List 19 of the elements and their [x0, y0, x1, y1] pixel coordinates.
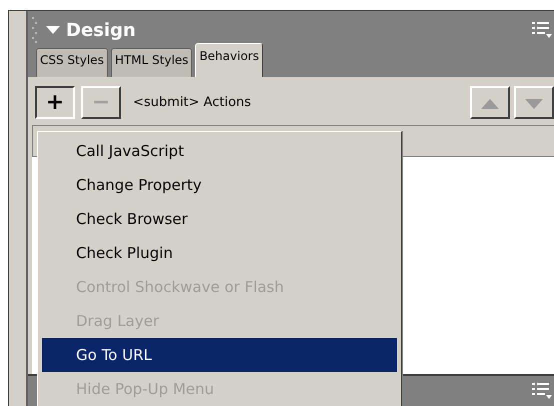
move-down-button[interactable] — [514, 86, 554, 119]
menu-item[interactable]: Go To URL — [42, 338, 397, 372]
grip-icon[interactable] — [32, 16, 38, 44]
panel-title: Design — [66, 20, 136, 40]
tab[interactable]: HTML Styles — [110, 48, 192, 77]
menu-item[interactable]: Check Browser — [42, 202, 397, 236]
toolbar-caption: <submit> Actions — [133, 95, 252, 110]
move-up-button[interactable] — [470, 86, 510, 119]
menu-item[interactable]: Change Property — [42, 168, 397, 202]
tab[interactable]: CSS Styles — [36, 48, 108, 77]
options-menu-icon[interactable] — [532, 21, 552, 39]
menu-item[interactable]: Check Plugin — [42, 236, 397, 270]
options-menu-icon[interactable] — [532, 382, 552, 400]
up-arrow-icon — [481, 99, 499, 109]
tab[interactable]: Behaviors — [195, 43, 263, 77]
add-button[interactable]: + — [35, 86, 75, 119]
down-arrow-icon — [525, 99, 543, 109]
menu-item[interactable]: Call JavaScript — [42, 134, 397, 168]
expander-icon[interactable] — [46, 25, 60, 35]
